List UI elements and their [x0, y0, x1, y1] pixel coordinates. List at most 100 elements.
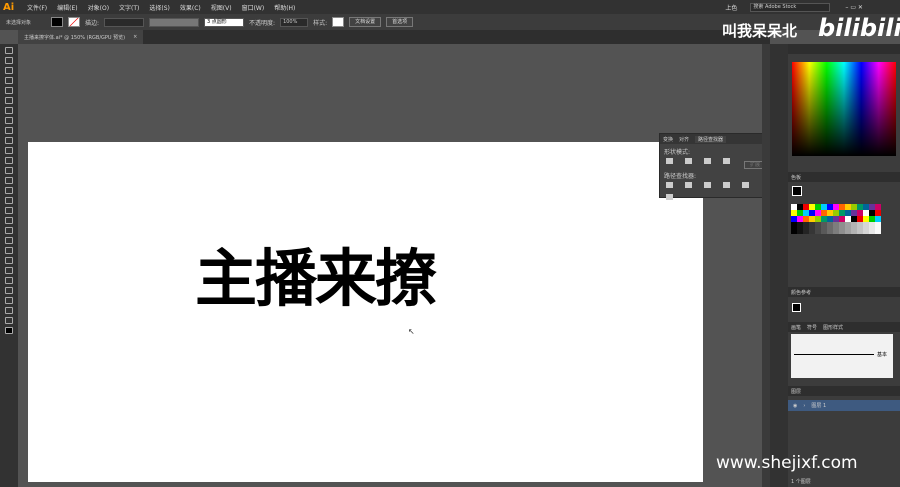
menu-select[interactable]: 选择(S)	[144, 3, 175, 12]
type-tool-icon[interactable]	[5, 107, 13, 114]
menu-effect[interactable]: 效果(C)	[175, 3, 206, 12]
pathfinders-label: 路径查找器:	[664, 173, 697, 180]
tab-brushes[interactable]: 画笔	[791, 324, 801, 331]
eraser-tool-icon[interactable]	[5, 157, 13, 164]
free-transform-tool-icon[interactable]	[5, 197, 13, 204]
tools-panel	[0, 44, 18, 487]
graph-tool-icon[interactable]	[5, 277, 13, 284]
hand-tool-icon[interactable]	[5, 307, 13, 314]
crop-icon[interactable]	[723, 182, 730, 188]
brush-stroke-preview[interactable]	[794, 354, 874, 355]
minus-back-icon[interactable]	[666, 194, 673, 200]
brush-select[interactable]: 3 点圆形	[204, 17, 245, 27]
menu-edit[interactable]: 编辑(E)	[52, 3, 82, 12]
blend-tool-icon[interactable]	[5, 257, 13, 264]
slice-tool-icon[interactable]	[5, 297, 13, 304]
minus-front-icon[interactable]	[685, 158, 692, 164]
tab-transform[interactable]: 变换	[663, 136, 673, 143]
divide-icon[interactable]	[666, 182, 673, 188]
layer-name[interactable]: 图层 1	[811, 402, 826, 409]
ai-logo: Ai	[3, 1, 15, 13]
opacity-label[interactable]: 不透明度:	[249, 18, 275, 27]
width-tool-icon[interactable]	[5, 187, 13, 194]
menu-window[interactable]: 窗口(W)	[237, 3, 270, 12]
menu-file[interactable]: 文件(F)	[22, 3, 52, 12]
curvature-tool-icon[interactable]	[5, 97, 13, 104]
window-controls[interactable]: – ▭ ✕	[840, 4, 868, 11]
menu-view[interactable]: 视图(V)	[206, 3, 237, 12]
artwork-text[interactable]: 主播来撩	[195, 228, 437, 318]
unite-icon[interactable]	[666, 158, 673, 164]
swatches-tab[interactable]: 色板	[791, 174, 801, 181]
layers-tab[interactable]: 图层	[791, 388, 801, 395]
stroke-swatch[interactable]	[68, 17, 80, 27]
mesh-tool-icon[interactable]	[5, 227, 13, 234]
color-guide-base[interactable]	[792, 303, 801, 312]
selection-tool-icon[interactable]	[5, 47, 13, 54]
visibility-eye-icon[interactable]: ◉	[793, 403, 797, 409]
workspace-switcher[interactable]: 上色	[720, 3, 742, 12]
shape-builder-tool-icon[interactable]	[5, 207, 13, 214]
outline-icon[interactable]	[742, 182, 749, 188]
tab-symbols[interactable]: 符号	[807, 324, 817, 331]
layer-count: 1 个图层	[791, 479, 811, 485]
stock-search[interactable]: 搜索 Adobe Stock	[750, 2, 831, 12]
rectangle-tool-icon[interactable]	[5, 127, 13, 134]
right-panels: 色板 颜色参考 画笔 符号 图形样式 基本 图层 ◉ › 图层 1 1 个图层	[788, 44, 900, 487]
fill-stroke-icon[interactable]	[5, 327, 13, 334]
tab-pathfinder[interactable]: 路径查找器	[695, 135, 727, 143]
swatch[interactable]	[875, 228, 881, 234]
variable-width-field[interactable]	[149, 17, 200, 27]
opacity-field[interactable]: 100%	[280, 17, 309, 27]
lasso-tool-icon[interactable]	[5, 77, 13, 84]
gradient-tool-icon[interactable]	[5, 237, 13, 244]
preferences-button[interactable]: 首选项	[386, 17, 414, 27]
panel-icon-strip	[770, 44, 788, 487]
merge-icon[interactable]	[704, 182, 711, 188]
expand-chevron-icon[interactable]: ›	[803, 403, 805, 409]
document-setup-button[interactable]: 文档设置	[349, 17, 382, 27]
exclude-icon[interactable]	[723, 158, 730, 164]
symbol-sprayer-tool-icon[interactable]	[5, 267, 13, 274]
color-panel-header	[788, 44, 900, 54]
direct-selection-tool-icon[interactable]	[5, 57, 13, 64]
artboard-tool-icon[interactable]	[5, 287, 13, 294]
brush-library[interactable]: 基本	[791, 334, 893, 378]
color-spectrum[interactable]	[792, 62, 896, 156]
line-tool-icon[interactable]	[5, 117, 13, 124]
mouse-cursor-icon: ↖	[408, 327, 415, 336]
watermark-author: 叫我呆呆北	[722, 22, 798, 40]
paintbrush-tool-icon[interactable]	[5, 137, 13, 144]
tab-graphic-styles[interactable]: 图形样式	[823, 324, 843, 331]
trim-icon[interactable]	[685, 182, 692, 188]
rotate-tool-icon[interactable]	[5, 167, 13, 174]
layer-row[interactable]: ◉ › 图层 1	[788, 400, 900, 411]
eyedropper-tool-icon[interactable]	[5, 247, 13, 254]
pen-tool-icon[interactable]	[5, 87, 13, 94]
zoom-tool-icon[interactable]	[5, 317, 13, 324]
scale-tool-icon[interactable]	[5, 177, 13, 184]
document-tab-bar: 主播来撩字体.ai* @ 150% (RGB/GPU 预览) ×	[18, 30, 770, 44]
menu-object[interactable]: 对象(O)	[83, 3, 114, 12]
menu-type[interactable]: 文字(T)	[114, 3, 144, 12]
magic-wand-tool-icon[interactable]	[5, 67, 13, 74]
pathfinder-tabs: 变换 对齐 路径查找器	[660, 134, 768, 144]
pencil-tool-icon[interactable]	[5, 147, 13, 154]
swatch-fill[interactable]	[792, 186, 802, 196]
swatch-grid[interactable]	[791, 204, 881, 234]
watermark-url: www.shejixf.com	[716, 453, 858, 473]
color-guide-header: 颜色参考	[788, 287, 900, 297]
intersect-icon[interactable]	[704, 158, 711, 164]
pathfinder-panel: 变换 对齐 路径查找器 形状模式: 扩展 路径查找器:	[659, 133, 769, 200]
perspective-tool-icon[interactable]	[5, 217, 13, 224]
vertical-scrollbar[interactable]	[762, 44, 770, 487]
stroke-weight-field[interactable]	[104, 17, 145, 27]
document-tab[interactable]: 主播来撩字体.ai* @ 150% (RGB/GPU 预览) ×	[18, 30, 144, 44]
menu-help[interactable]: 帮助(H)	[269, 3, 300, 12]
color-guide-tab[interactable]: 颜色参考	[791, 289, 811, 296]
tab-align[interactable]: 对齐	[679, 136, 689, 143]
close-tab-icon[interactable]: ×	[133, 34, 137, 40]
brush-basic-label: 基本	[877, 352, 888, 358]
fill-swatch[interactable]	[51, 17, 63, 27]
style-swatch[interactable]	[332, 17, 345, 27]
